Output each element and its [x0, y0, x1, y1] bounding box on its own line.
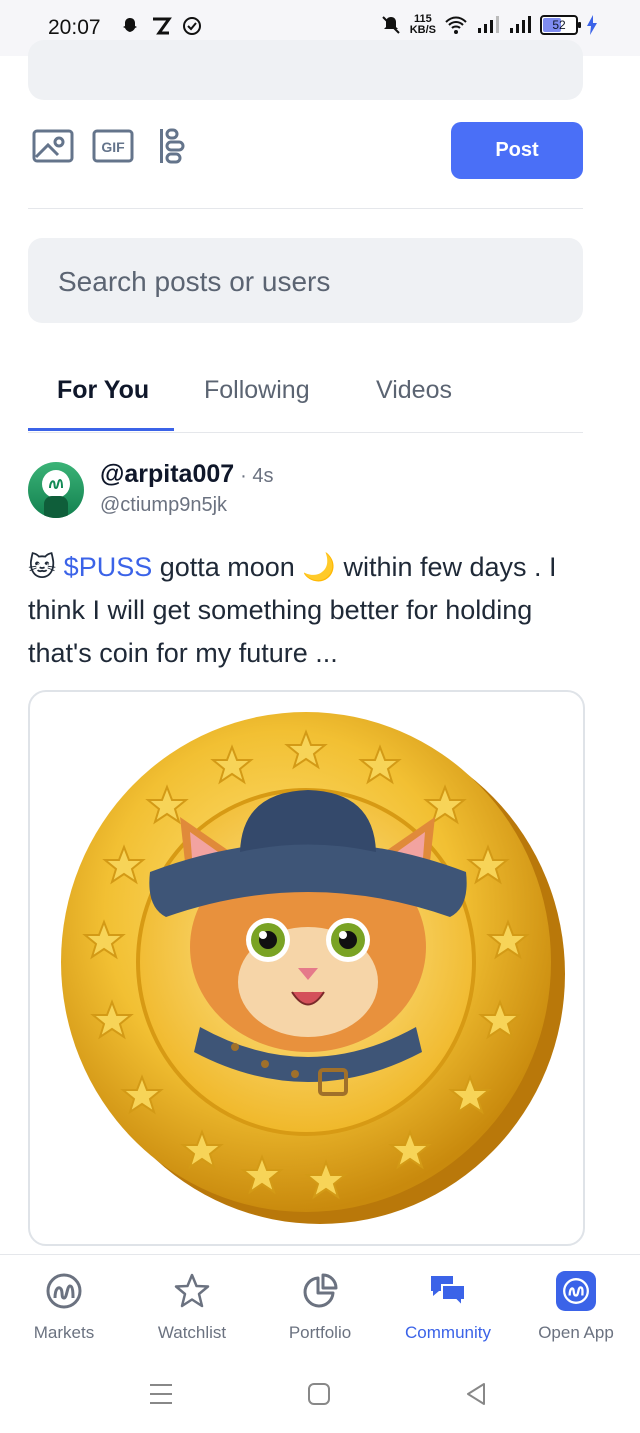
nav-watchlist[interactable]: Watchlist: [128, 1255, 256, 1355]
puss-coin-image: [61, 712, 565, 1224]
post-image-card[interactable]: [28, 690, 585, 1246]
signal-icon-2: [510, 16, 531, 33]
nav-markets[interactable]: Markets: [0, 1255, 128, 1355]
battery-level: 52: [552, 18, 566, 32]
post-button[interactable]: Post: [451, 122, 583, 179]
tab-following[interactable]: Following: [204, 376, 310, 405]
star-icon: [172, 1271, 212, 1311]
pie-chart-icon: [300, 1271, 340, 1311]
search-input[interactable]: [56, 238, 560, 325]
cat-emoji-icon: 🐱: [28, 552, 57, 583]
post-author[interactable]: @arpita007: [100, 460, 234, 488]
battery-indicator: 52: [540, 15, 581, 35]
app-logo-icon: [556, 1271, 596, 1311]
post-text-part1: gotta moon: [152, 552, 303, 582]
divider: [28, 208, 583, 209]
zoom-x-icon: [153, 17, 172, 35]
image-icon[interactable]: [32, 128, 74, 164]
avatar[interactable]: [28, 462, 84, 518]
nav-label: Portfolio: [288, 1323, 352, 1342]
post-composer-input[interactable]: [28, 40, 583, 100]
tab-videos[interactable]: Videos: [376, 376, 452, 405]
avatar-logo-icon: [42, 470, 70, 498]
chat-bubbles-icon: [428, 1271, 468, 1311]
charging-bolt-icon: [587, 15, 597, 35]
menu-icon[interactable]: [148, 1382, 174, 1406]
post-time: · 4s: [240, 465, 274, 487]
search-box[interactable]: [28, 238, 583, 325]
status-time: 20:07: [48, 16, 101, 39]
nav-open-app[interactable]: Open App: [512, 1255, 640, 1355]
net-speed-unit: KB/S: [409, 24, 436, 36]
signal-icon-1: [478, 16, 499, 33]
ticker-link[interactable]: $PUSS: [64, 552, 153, 582]
markets-icon: [44, 1271, 84, 1311]
nav-community[interactable]: Community: [384, 1255, 512, 1355]
post-author-row: @arpita007 · 4s: [100, 460, 274, 489]
feed-tabs: For You Following Videos: [28, 352, 583, 433]
moon-emoji-icon: 🌙: [302, 552, 336, 583]
composer-tools: GIF: [32, 128, 194, 164]
gif-text: GIF: [101, 139, 125, 155]
nav-label: Markets: [33, 1323, 95, 1342]
gif-icon[interactable]: GIF: [92, 128, 134, 164]
nav-portfolio[interactable]: Portfolio: [256, 1255, 384, 1355]
back-icon[interactable]: [464, 1382, 488, 1406]
system-nav-bar: [0, 1354, 640, 1433]
post-text: 🐱 $PUSS gotta moon 🌙 within few days . I…: [28, 546, 588, 675]
avatar-body: [44, 496, 68, 518]
check-circle-icon: [183, 17, 201, 35]
status-notification-icons: [120, 16, 202, 36]
home-icon[interactable]: [307, 1382, 331, 1406]
wifi-icon: [445, 16, 467, 34]
cat-illustration: [149, 790, 467, 1096]
active-tab-indicator: [28, 428, 174, 431]
post-handle: @ctiump9n5jk: [100, 494, 228, 516]
mute-bell-icon: [382, 16, 400, 34]
nav-label: Open App: [538, 1323, 614, 1342]
nav-label: Community: [405, 1323, 491, 1342]
tab-for-you[interactable]: For You: [57, 376, 149, 405]
bottom-nav: Markets Watchlist Portfolio Community Op…: [0, 1254, 640, 1355]
nav-label: Watchlist: [157, 1323, 227, 1342]
snapchat-icon: [123, 18, 137, 32]
poll-icon[interactable]: [152, 128, 194, 164]
status-system-icons: 115 KB/S 52: [380, 14, 598, 36]
net-speed: 115 KB/S: [410, 14, 436, 36]
